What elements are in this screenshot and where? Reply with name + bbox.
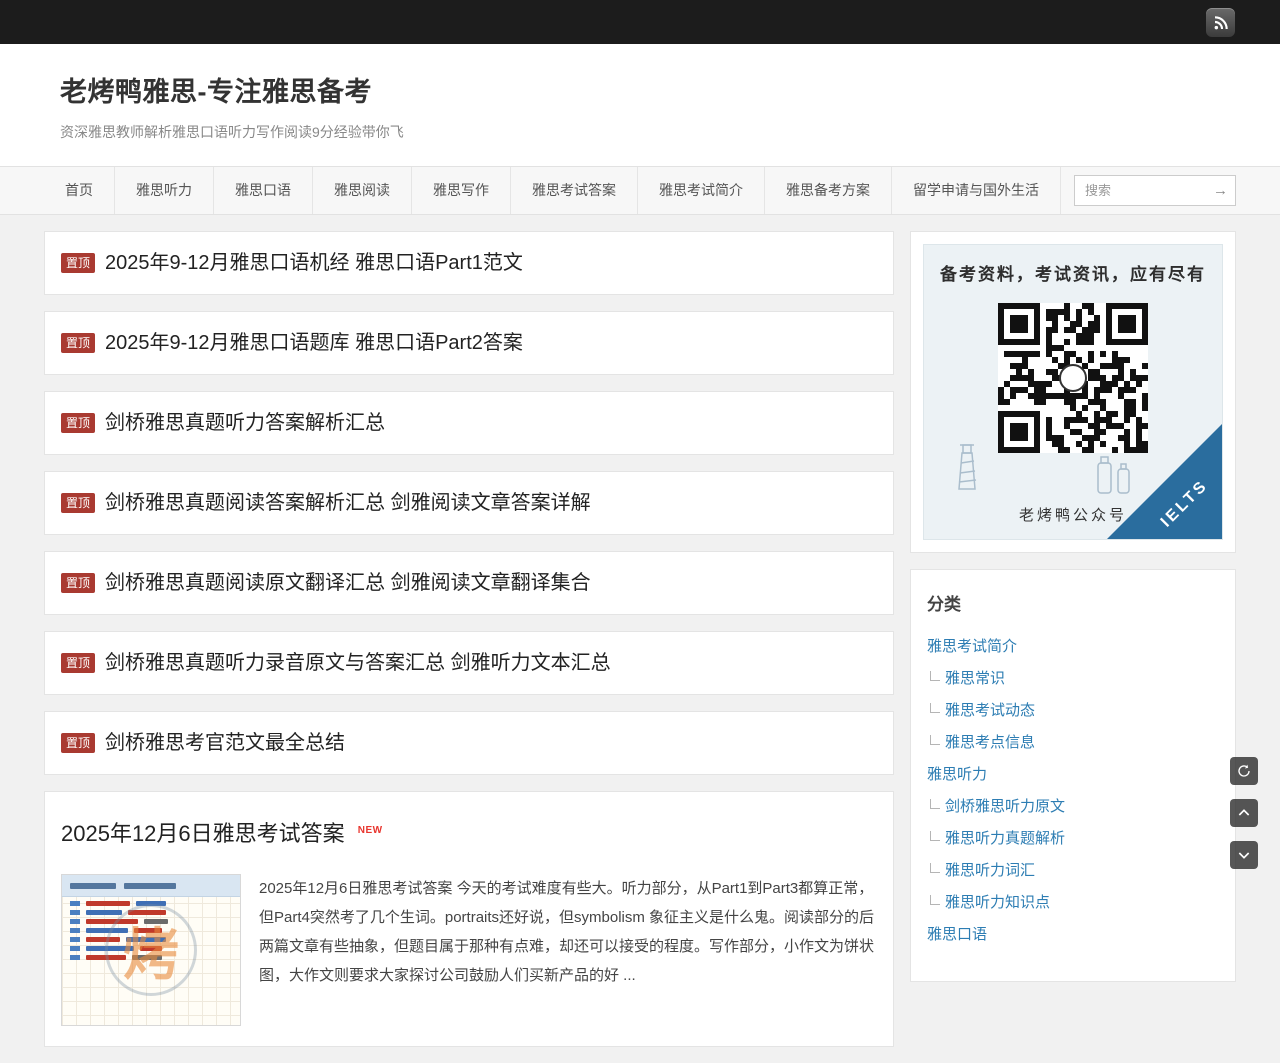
category-link[interactable]: 雅思考试动态 <box>945 702 1035 719</box>
category-link[interactable]: 雅思考试简介 <box>927 638 1017 655</box>
search-submit-button[interactable]: → <box>1207 177 1234 204</box>
category-item: 雅思听力知识点 <box>927 887 1219 919</box>
refresh-button[interactable] <box>1230 757 1258 785</box>
rss-button[interactable] <box>1206 8 1235 37</box>
pinned-badge: 置顶 <box>61 733 95 753</box>
category-link[interactable]: 雅思常识 <box>945 670 1005 687</box>
category-link[interactable]: 雅思听力知识点 <box>945 894 1050 911</box>
thumbnail-watermark: 烤 <box>62 875 240 1025</box>
category-item: 雅思考点信息 <box>927 727 1219 759</box>
category-item: 雅思常识 <box>927 663 1219 695</box>
post-list: 置顶 2025年9-12月雅思口语机经 雅思口语Part1范文 置顶 2025年… <box>44 231 894 1063</box>
nav-item[interactable]: 雅思考试答案 <box>511 167 638 214</box>
category-link[interactable]: 剑桥雅思听力原文 <box>945 798 1065 815</box>
content-area: 置顶 2025年9-12月雅思口语机经 雅思口语Part1范文 置顶 2025年… <box>24 215 1256 1063</box>
category-item: 雅思考试简介 <box>927 631 1219 663</box>
qr-card-slogan: 备考资料，考试资讯，应有尽有 <box>924 245 1222 285</box>
pinned-post-card: 置顶 剑桥雅思真题阅读原文翻译汇总 剑雅阅读文章翻译集合 <box>44 551 894 615</box>
article-excerpt: 2025年12月6日雅思考试答案 今天的考试难度有些大。听力部分，从Part1到… <box>259 874 877 1026</box>
nav-item[interactable]: 雅思写作 <box>412 167 511 214</box>
nav-item[interactable]: 雅思听力 <box>115 167 214 214</box>
category-link[interactable]: 雅思口语 <box>927 926 987 943</box>
category-item: 雅思听力词汇 <box>927 855 1219 887</box>
category-item: 雅思听力 <box>927 759 1219 791</box>
category-link[interactable]: 雅思听力 <box>927 766 987 783</box>
site-header: 老烤鸭雅思-专注雅思备考 资深雅思教师解析雅思口语听力写作阅读9分经验带你飞 <box>0 44 1280 166</box>
nav-item[interactable]: 雅思备考方案 <box>765 167 892 214</box>
pinned-badge: 置顶 <box>61 333 95 353</box>
site-title[interactable]: 老烤鸭雅思-专注雅思备考 <box>60 70 1220 109</box>
article-card: 2025年12月6日雅思考试答案 NEW 烤 <box>44 791 894 1047</box>
pinned-posts: 置顶 2025年9-12月雅思口语机经 雅思口语Part1范文 置顶 2025年… <box>44 231 894 775</box>
pinned-post-card: 置顶 剑桥雅思真题阅读答案解析汇总 剑雅阅读文章答案详解 <box>44 471 894 535</box>
scroll-up-button[interactable] <box>1230 799 1258 827</box>
category-link[interactable]: 雅思听力词汇 <box>945 862 1035 879</box>
circular-arrow-icon <box>1236 763 1252 779</box>
pinned-post-card: 置顶 剑桥雅思考官范文最全总结 <box>44 711 894 775</box>
chevron-up-icon <box>1236 805 1252 821</box>
search-box: → <box>1074 175 1236 206</box>
post-title-link[interactable]: 2025年9-12月雅思口语题库 雅思口语Part2答案 <box>105 330 523 356</box>
pinned-badge: 置顶 <box>61 253 95 273</box>
nav-item[interactable]: 雅思阅读 <box>313 167 412 214</box>
post-title-link[interactable]: 剑桥雅思真题阅读答案解析汇总 剑雅阅读文章答案详解 <box>105 490 591 516</box>
categories-list: 雅思考试简介 雅思常识 雅思考试动态 雅思考点信息 雅思 <box>927 631 1219 951</box>
pinned-badge: 置顶 <box>61 573 95 593</box>
nav-item[interactable]: 留学申请与国外生活 <box>892 167 1061 214</box>
nav-item[interactable]: 雅思口语 <box>214 167 313 214</box>
scroll-down-button[interactable] <box>1230 841 1258 869</box>
qr-widget: 备考资料，考试资讯，应有尽有 老烤鸭公众号 IELTS <box>910 231 1236 553</box>
pinned-badge: 置顶 <box>61 653 95 673</box>
pinned-post-card: 置顶 2025年9-12月雅思口语题库 雅思口语Part2答案 <box>44 311 894 375</box>
article-thumbnail[interactable]: 烤 <box>61 874 241 1026</box>
main-nav: 首页 雅思听力 雅思口语 雅思阅读 雅思写作 雅思考试答案 雅思考试简介 雅思备… <box>0 166 1280 215</box>
sidebar: 备考资料，考试资讯，应有尽有 老烤鸭公众号 IELTS <box>910 231 1236 1063</box>
chevron-down-icon <box>1236 847 1252 863</box>
category-item: 雅思口语 <box>927 919 1219 951</box>
categories-widget: 分类 雅思考试简介 雅思常识 雅思考试动态 雅思考 <box>910 569 1236 982</box>
category-link[interactable]: 雅思考点信息 <box>945 734 1035 751</box>
pinned-post-card: 置顶 剑桥雅思真题听力录音原文与答案汇总 剑雅听力文本汇总 <box>44 631 894 695</box>
post-title-link[interactable]: 剑桥雅思真题阅读原文翻译汇总 剑雅阅读文章翻译集合 <box>105 570 591 596</box>
new-icon: NEW <box>358 825 383 836</box>
floating-toolbar <box>1230 757 1258 869</box>
post-title-link[interactable]: 剑桥雅思真题听力答案解析汇总 <box>105 410 385 436</box>
top-bar <box>0 0 1280 44</box>
nav-menu: 首页 雅思听力 雅思口语 雅思阅读 雅思写作 雅思考试答案 雅思考试简介 雅思备… <box>44 167 1061 214</box>
ielts-ribbon: IELTS <box>1107 424 1222 539</box>
category-item: 剑桥雅思听力原文 <box>927 791 1219 823</box>
rss-icon <box>1213 15 1229 31</box>
category-item: 雅思考试动态 <box>927 695 1219 727</box>
wechat-qr-card[interactable]: 备考资料，考试资讯，应有尽有 老烤鸭公众号 IELTS <box>923 244 1223 540</box>
category-item: 雅思听力真题解析 <box>927 823 1219 855</box>
nav-item[interactable]: 雅思考试简介 <box>638 167 765 214</box>
pinned-post-card: 置顶 2025年9-12月雅思口语机经 雅思口语Part1范文 <box>44 231 894 295</box>
pinned-badge: 置顶 <box>61 413 95 433</box>
categories-heading: 分类 <box>927 590 1219 615</box>
post-title-link[interactable]: 2025年9-12月雅思口语机经 雅思口语Part1范文 <box>105 250 523 276</box>
site-tagline: 资深雅思教师解析雅思口语听力写作阅读9分经验带你飞 <box>60 122 1220 142</box>
post-title-link[interactable]: 剑桥雅思考官范文最全总结 <box>105 730 345 756</box>
post-title-link[interactable]: 剑桥雅思真题听力录音原文与答案汇总 剑雅听力文本汇总 <box>105 650 611 676</box>
nav-item[interactable]: 首页 <box>44 167 115 214</box>
pinned-post-card: 置顶 剑桥雅思真题听力答案解析汇总 <box>44 391 894 455</box>
lighthouse-doodle <box>950 439 984 491</box>
category-link[interactable]: 雅思听力真题解析 <box>945 830 1065 847</box>
pinned-badge: 置顶 <box>61 493 95 513</box>
article-title-link[interactable]: 2025年12月6日雅思考试答案 <box>61 821 345 846</box>
article-title: 2025年12月6日雅思考试答案 NEW <box>61 816 877 848</box>
